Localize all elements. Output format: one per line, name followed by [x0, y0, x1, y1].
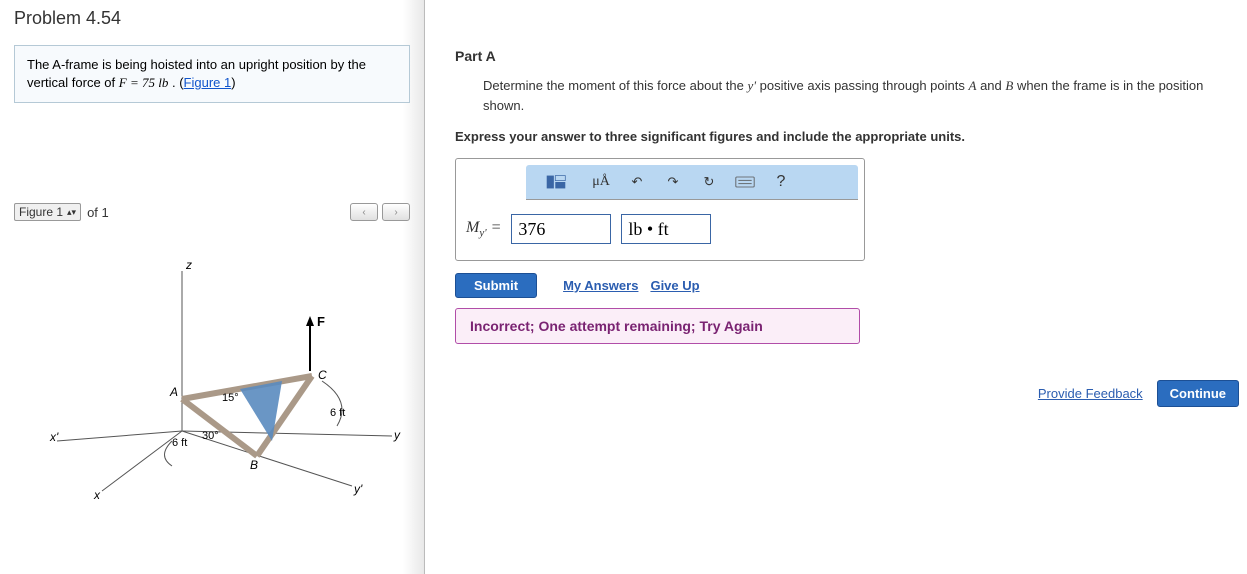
svg-text:x: x [93, 488, 101, 501]
chevron-updown-icon: ▴▾ [67, 208, 76, 217]
svg-text:z: z [185, 258, 192, 272]
svg-text:y: y [393, 428, 401, 442]
redo-icon[interactable]: ↷ [662, 171, 684, 193]
figure-diagram: z x' x y y' F C A B 15° 30° 6 ft 6 ft [14, 231, 410, 511]
statement-post: . ( [172, 75, 184, 90]
figure-next-button[interactable]: › [382, 203, 410, 221]
answer-container: μÅ ↶ ↷ ↻ ? My' = [455, 158, 865, 261]
problem-statement: The A-frame is being hoisted into an upr… [14, 45, 410, 103]
part-heading: Part A [455, 48, 1237, 64]
continue-button[interactable]: Continue [1157, 380, 1239, 407]
question-text: Determine the moment of this force about… [483, 76, 1237, 115]
help-icon[interactable]: ? [770, 171, 792, 193]
undo-icon[interactable]: ↶ [626, 171, 648, 193]
variable-label: My' = [466, 219, 501, 239]
svg-text:x': x' [49, 430, 59, 444]
svg-text:y': y' [353, 482, 363, 496]
answer-toolbar: μÅ ↶ ↷ ↻ ? [526, 165, 858, 200]
figure-selector[interactable]: Figure 1 ▴▾ [14, 203, 81, 221]
provide-feedback-link[interactable]: Provide Feedback [1038, 386, 1143, 401]
svg-text:15°: 15° [222, 392, 239, 404]
submit-button[interactable]: Submit [455, 273, 537, 298]
svg-text:F: F [317, 314, 325, 329]
svg-text:30°: 30° [202, 430, 219, 442]
svg-text:6 ft: 6 ft [330, 407, 345, 419]
my-answers-link[interactable]: My Answers [563, 278, 638, 293]
problem-title: Problem 4.54 [0, 0, 424, 41]
figure-count: of 1 [87, 205, 109, 220]
figure-prev-button[interactable]: ‹ [350, 203, 378, 221]
reset-icon[interactable]: ↻ [698, 171, 720, 193]
answer-value-input[interactable] [511, 214, 611, 244]
figure-link[interactable]: Figure 1 [184, 75, 232, 90]
units-icon[interactable]: μÅ [590, 171, 612, 193]
statement-end: ) [231, 75, 235, 90]
svg-text:6 ft: 6 ft [172, 437, 187, 449]
feedback-message: Incorrect; One attempt remaining; Try Ag… [455, 308, 860, 344]
give-up-link[interactable]: Give Up [650, 278, 699, 293]
svg-text:A: A [169, 385, 178, 399]
answer-instruction: Express your answer to three significant… [455, 129, 1237, 144]
keyboard-icon[interactable] [734, 171, 756, 193]
template-icon[interactable] [536, 171, 576, 193]
svg-text:B: B [250, 458, 258, 472]
svg-text:C: C [318, 368, 327, 382]
figure-selector-label: Figure 1 [19, 205, 63, 219]
force-value: F = 75 lb [119, 75, 169, 90]
answer-unit-input[interactable] [621, 214, 711, 244]
